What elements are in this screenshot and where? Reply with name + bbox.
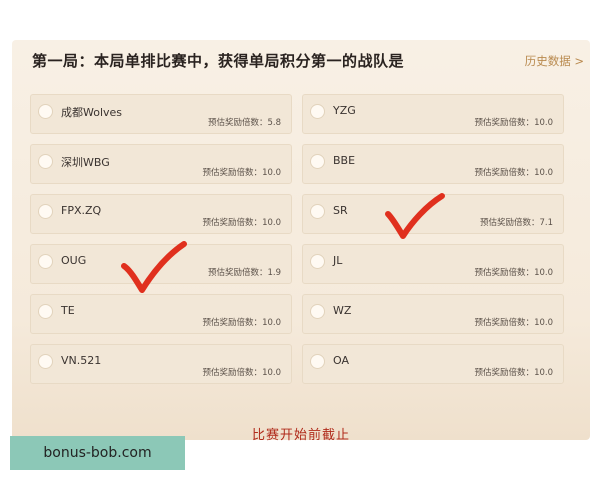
team-name: 深圳WBG — [61, 156, 110, 169]
radio-button[interactable] — [310, 154, 325, 169]
checkmark-icon — [385, 193, 445, 239]
odds-label: 预估奖励倍数：10.0 — [474, 168, 553, 178]
team-name: 成都Wolves — [61, 106, 123, 119]
team-name: OUG — [61, 254, 87, 267]
odds-label: 预估奖励倍数：10.0 — [474, 118, 553, 128]
odds-label: 预估奖励倍数：1.9 — [207, 268, 281, 278]
radio-button[interactable] — [310, 254, 325, 269]
radio-button[interactable] — [38, 104, 53, 119]
option-card[interactable]: FPX.ZQ 预估奖励倍数：10.0 — [30, 194, 292, 234]
odds-label: 预估奖励倍数：5.8 — [207, 118, 281, 128]
radio-button[interactable] — [38, 204, 53, 219]
team-name: JL — [333, 254, 343, 267]
team-name: VN.521 — [61, 354, 102, 367]
radio-button[interactable] — [38, 354, 53, 369]
option-card[interactable]: JL 预估奖励倍数：10.0 — [302, 244, 564, 284]
team-name: OA — [333, 354, 349, 367]
odds-label: 预估奖励倍数：10.0 — [202, 218, 281, 228]
radio-button[interactable] — [38, 254, 53, 269]
option-card[interactable]: BBE 预估奖励倍数：10.0 — [302, 144, 564, 184]
odds-label: 预估奖励倍数：10.0 — [202, 168, 281, 178]
option-card[interactable]: WZ 预估奖励倍数：10.0 — [302, 294, 564, 334]
odds-label: 预估奖励倍数：10.0 — [474, 368, 553, 378]
option-card[interactable]: TE 预估奖励倍数：10.0 — [30, 294, 292, 334]
team-name: SR — [333, 204, 348, 217]
option-card[interactable]: 深圳WBG 预估奖励倍数：10.0 — [30, 144, 292, 184]
odds-label: 预估奖励倍数：10.0 — [474, 268, 553, 278]
odds-label: 预估奖励倍数：10.0 — [202, 368, 281, 378]
betting-panel: 第一局：本局单排比赛中，获得单局积分第一的战队是 历史数据 > 成都Wolves… — [12, 40, 590, 443]
team-name: YZG — [333, 104, 356, 117]
option-card[interactable]: OA 预估奖励倍数：10.0 — [302, 344, 564, 384]
radio-button[interactable] — [310, 104, 325, 119]
radio-button[interactable] — [310, 304, 325, 319]
option-card[interactable]: VN.521 预估奖励倍数：10.0 — [30, 344, 292, 384]
team-name: FPX.ZQ — [61, 204, 102, 217]
team-name: WZ — [333, 304, 352, 317]
watermark-label: bonus-bob.com — [10, 436, 185, 470]
history-data-link[interactable]: 历史数据 > — [525, 53, 584, 69]
option-card[interactable]: 成都Wolves 预估奖励倍数：5.8 — [30, 94, 292, 134]
radio-button[interactable] — [38, 304, 53, 319]
odds-label: 预估奖励倍数：10.0 — [474, 318, 553, 328]
checkmark-icon — [121, 241, 187, 293]
odds-label: 预估奖励倍数：7.1 — [479, 218, 553, 228]
odds-label: 预估奖励倍数：10.0 — [202, 318, 281, 328]
option-card[interactable]: YZG 预估奖励倍数：10.0 — [302, 94, 564, 134]
question-title: 第一局：本局单排比赛中，获得单局积分第一的战队是 — [32, 52, 405, 70]
radio-button[interactable] — [310, 354, 325, 369]
team-name: BBE — [333, 154, 356, 167]
team-name: TE — [61, 304, 75, 317]
radio-button[interactable] — [38, 154, 53, 169]
radio-button[interactable] — [310, 204, 325, 219]
